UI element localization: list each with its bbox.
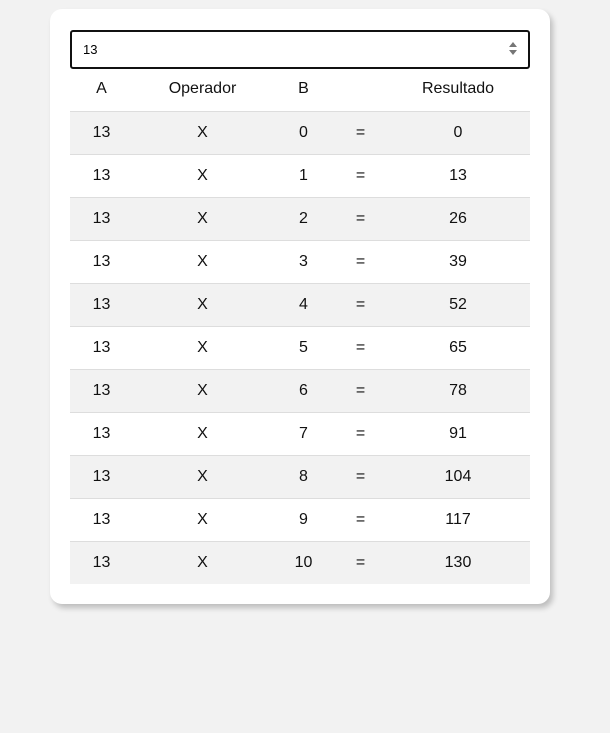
table-row: 13 X 5 = 65 [70,326,530,369]
cell-a: 13 [92,338,111,356]
table-row: 13 X 9 = 117 [70,498,530,541]
cell-b: 2 [299,209,308,227]
cell-equals: = [355,424,366,442]
cell-a: 13 [92,467,111,485]
spinner-down-arrow-icon[interactable] [509,50,517,55]
cell-operator: X [197,295,208,313]
table-row: 13 X 7 = 91 [70,412,530,455]
table-row: 13 X 1 = 13 [70,154,530,197]
cell-result: 130 [444,553,472,571]
cell-result: 26 [449,209,467,227]
cell-equals: = [355,553,366,571]
cell-equals: = [355,252,366,270]
cell-result: 104 [444,467,472,485]
cell-b: 3 [299,252,308,270]
cell-equals: = [355,338,366,356]
cell-operator: X [197,252,208,270]
header-result: Resultado [421,79,495,97]
spinner-up-arrow-icon[interactable] [509,42,517,47]
cell-result: 0 [453,123,463,141]
cell-result: 78 [449,381,467,399]
header-b: B [298,79,309,97]
table-header-row: A Operador B Resultado [70,67,530,111]
number-spinner-icon[interactable] [509,41,518,57]
cell-equals: = [355,381,366,399]
cell-operator: X [197,381,208,399]
cell-equals: = [355,166,366,184]
cell-b: 1 [299,166,308,184]
cell-equals: = [355,295,366,313]
cell-b: 9 [299,510,308,528]
cell-b: 7 [299,424,308,442]
cell-result: 52 [449,295,467,313]
cell-equals: = [355,123,366,141]
table-row: 13 X 3 = 39 [70,240,530,283]
table-row: 13 X 10 = 130 [70,541,530,584]
cell-result: 39 [449,252,467,270]
cell-a: 13 [92,424,111,442]
cell-a: 13 [92,295,111,313]
header-equals [335,67,386,111]
cell-operator: X [197,166,208,184]
cell-b: 8 [299,467,308,485]
table-row: 13 X 6 = 78 [70,369,530,412]
cell-equals: = [355,209,366,227]
table-row: 13 X 4 = 52 [70,283,530,326]
cell-a: 13 [92,123,111,141]
number-input[interactable] [72,32,482,67]
table-row: 13 X 8 = 104 [70,455,530,498]
cell-a: 13 [92,209,111,227]
cell-operator: X [197,424,208,442]
table-row: 13 X 0 = 0 [70,111,530,154]
cell-b: 6 [299,381,308,399]
cell-a: 13 [92,510,111,528]
cell-operator: X [197,553,208,571]
cell-result: 13 [449,166,467,184]
cell-operator: X [197,123,208,141]
header-operator: Operador [168,79,237,97]
cell-operator: X [197,467,208,485]
cell-a: 13 [92,381,111,399]
cell-b: 5 [299,338,308,356]
cell-a: 13 [92,553,111,571]
cell-b: 10 [294,553,313,571]
cell-b: 4 [299,295,308,313]
cell-result: 65 [449,338,467,356]
cell-result: 91 [449,424,467,442]
cell-operator: X [197,209,208,227]
cell-equals: = [355,467,366,485]
cell-a: 13 [92,166,111,184]
multiplication-table: A Operador B Resultado 13 X 0 = 0 13 X 1… [70,67,530,584]
table-row: 13 X 2 = 26 [70,197,530,240]
header-a: A [96,79,107,97]
cell-equals: = [355,510,366,528]
cell-a: 13 [92,252,111,270]
cell-result: 117 [445,510,471,528]
cell-operator: X [197,510,208,528]
cell-operator: X [197,338,208,356]
number-input-container [70,30,530,69]
cell-b: 0 [299,123,308,141]
multiplication-table-card: A Operador B Resultado 13 X 0 = 0 13 X 1… [50,9,550,604]
